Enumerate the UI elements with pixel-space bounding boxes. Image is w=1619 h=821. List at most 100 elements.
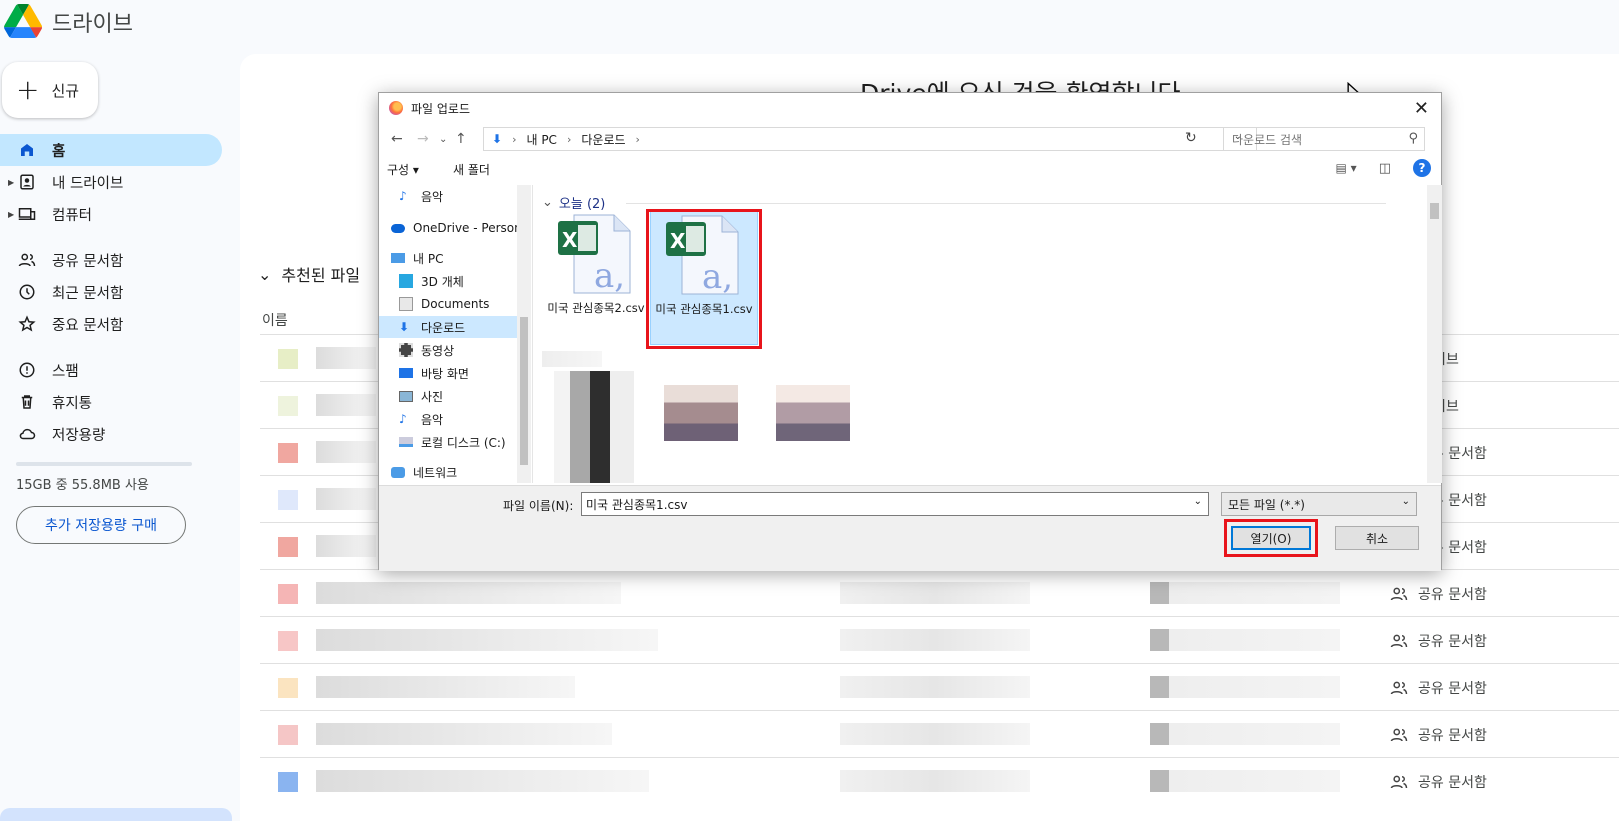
scrollbar-thumb[interactable] [1430, 203, 1439, 219]
location-cell[interactable]: 공유 문서함 [1390, 772, 1487, 792]
file-type-value: 모든 파일 (*.*) [1228, 497, 1305, 512]
blurred-thumbnail [664, 385, 738, 455]
tree-item-desktop[interactable]: 바탕 화면 [399, 362, 469, 384]
drive-logo[interactable] [4, 4, 42, 38]
sidebar-item-trash[interactable]: 휴지통 [0, 386, 224, 418]
home-icon [21, 144, 33, 156]
breadcrumb-separator-icon[interactable]: › [567, 133, 571, 146]
preview-pane-icon[interactable]: ◫ [1379, 161, 1391, 176]
my-drive-icon [20, 174, 34, 190]
svg-text:X: X [562, 228, 578, 252]
file-name: 미국 관심종목2.csv [547, 301, 645, 315]
tree-item-music-2[interactable]: ♪ 음악 [399, 408, 443, 430]
tree-item-network[interactable]: 네트워크 [391, 461, 457, 483]
dialog-footer: 파일 이름(N): 미국 관심종목1.csv ⌄ 모든 파일 (*.*) ⌄ 열… [379, 485, 1441, 571]
file-type-icon [278, 396, 298, 416]
location-cell[interactable]: 공유 문서함 [1390, 678, 1487, 698]
expand-caret-icon[interactable]: ▶ [8, 178, 14, 187]
tree-item-music[interactable]: ♪ 음악 [399, 185, 443, 207]
breadcrumb-separator-icon[interactable]: › [636, 133, 640, 146]
table-row[interactable]: 공유 문서함 [260, 757, 1619, 805]
sidebar-item-starred[interactable]: 중요 문서함 [0, 308, 224, 340]
table-row[interactable]: 공유 문서함 [260, 710, 1619, 758]
storage-usage-bar [16, 462, 192, 466]
sidebar-item-label: 공유 문서함 [52, 253, 124, 270]
refresh-icon[interactable]: ↻ [1185, 130, 1205, 150]
file-tile[interactable]: a, X 미국 관심종목2.csv [542, 211, 650, 345]
tree-item-this-pc[interactable]: 내 PC [391, 247, 443, 269]
cancel-button[interactable]: 취소 [1335, 526, 1419, 550]
tree-item-pictures[interactable]: 사진 [399, 385, 443, 407]
sidebar-item-spam[interactable]: 스팸 [0, 354, 224, 386]
tree-item-documents[interactable]: Documents [399, 293, 489, 315]
location-cell[interactable]: 공유 문서함 [1390, 631, 1487, 651]
redacted-owner [840, 676, 1030, 698]
column-header-name[interactable]: 이름 [262, 310, 288, 330]
recommended-files-header[interactable]: ⌄ 추천된 파일 [258, 262, 360, 286]
drive-disk-icon [399, 437, 413, 447]
filename-input[interactable]: 미국 관심종목1.csv ⌄ [581, 492, 1209, 516]
svg-text:a,: a, [594, 256, 625, 296]
storage-usage-text: 15GB 중 55.8MB 사용 [16, 478, 149, 493]
organize-button[interactable]: 구성 ▾ [387, 161, 419, 178]
people-icon [1390, 728, 1408, 742]
sidebar-item-recent[interactable]: 최근 문서함 [0, 276, 224, 308]
redacted-file-name [316, 535, 376, 557]
new-button[interactable]: + 신규 [2, 62, 98, 118]
view-controls: ▤ ▾ ◫ ? [1336, 159, 1431, 177]
blurred-group-header [542, 351, 602, 367]
group-header-today[interactable]: ⌄ 오늘 (2) [542, 193, 605, 212]
view-options-icon[interactable]: ▤ ▾ [1336, 161, 1357, 175]
recent-locations-chevron-icon[interactable]: ⌄ [439, 134, 447, 145]
help-icon[interactable]: ? [1413, 159, 1431, 177]
address-bar[interactable]: ⬇ › 내 PC › 다운로드 › ⌄ [483, 127, 1257, 151]
trash-icon [21, 395, 33, 409]
up-arrow-icon[interactable]: ↑ [455, 131, 467, 147]
tree-item-local-disk[interactable]: 로컬 디스크 (C:) [399, 431, 506, 453]
table-row[interactable]: 공유 문서함 [260, 569, 1619, 617]
sidebar-item-shared[interactable]: 공유 문서함 [0, 244, 224, 276]
search-input[interactable]: 다운로드 검색 ⚲ [1223, 127, 1425, 151]
breadcrumb-item[interactable]: 다운로드 [581, 131, 625, 148]
forward-arrow-icon[interactable]: → [417, 131, 429, 147]
sidebar-item-home[interactable]: 홈 [0, 134, 222, 166]
chevron-down-icon: ⌄ [258, 264, 272, 284]
redacted-owner [840, 582, 1030, 604]
scrollbar-thumb[interactable] [520, 317, 528, 465]
back-arrow-icon[interactable]: ← [391, 131, 403, 147]
blurred-thumbnail [554, 371, 634, 483]
expand-caret-icon[interactable]: ▶ [8, 210, 14, 219]
table-row[interactable]: 공유 문서함 [260, 663, 1619, 711]
download-arrow-icon: ⬇ [399, 320, 410, 334]
tree-item-3d-objects[interactable]: 3D 개체 [399, 270, 464, 292]
people-icon [1390, 681, 1408, 695]
redacted-modified [1150, 676, 1340, 698]
spam-icon [19, 362, 35, 378]
breadcrumb-separator-icon[interactable]: › [512, 133, 516, 146]
sidebar-item-label: 저장용량 [52, 427, 106, 444]
location-label: 공유 문서함 [1418, 634, 1487, 650]
file-type-icon [278, 584, 298, 604]
dialog-titlebar: 파일 업로드 ✕ [379, 93, 1441, 123]
file-type-select[interactable]: 모든 파일 (*.*) ⌄ [1221, 492, 1417, 516]
new-folder-button[interactable]: 새 폴더 [453, 161, 490, 178]
close-icon[interactable]: ✕ [1414, 98, 1429, 119]
location-label: 공유 문서함 [1418, 775, 1487, 791]
breadcrumb-item[interactable]: 내 PC [526, 131, 556, 148]
table-row[interactable]: 공유 문서함 [260, 616, 1619, 664]
tree-item-videos[interactable]: 동영상 [399, 339, 454, 361]
buy-storage-button[interactable]: 추가 저장용량 구매 [16, 506, 186, 544]
tree-item-downloads[interactable]: ⬇ 다운로드 [379, 316, 517, 338]
sidebar-item-my-drive[interactable]: ▶ 내 드라이브 [0, 166, 224, 198]
location-cell[interactable]: 공유 문서함 [1390, 584, 1487, 604]
sidebar-item-computers[interactable]: ▶ 컴퓨터 [0, 198, 224, 230]
redacted-modified [1150, 723, 1340, 745]
chevron-down-icon[interactable]: ⌄ [1194, 496, 1202, 507]
dialog-toolbar: 구성 ▾ 새 폴더 ▤ ▾ ◫ ? [379, 157, 1441, 183]
tree-scrollbar[interactable] [517, 185, 531, 483]
chevron-down-icon: ⌄ [1401, 496, 1410, 507]
tree-item-onedrive[interactable]: OneDrive - Person [391, 217, 522, 239]
location-cell[interactable]: 공유 문서함 [1390, 725, 1487, 745]
file-list-scrollbar[interactable] [1427, 185, 1442, 483]
sidebar-item-storage[interactable]: 저장용량 [0, 418, 224, 450]
